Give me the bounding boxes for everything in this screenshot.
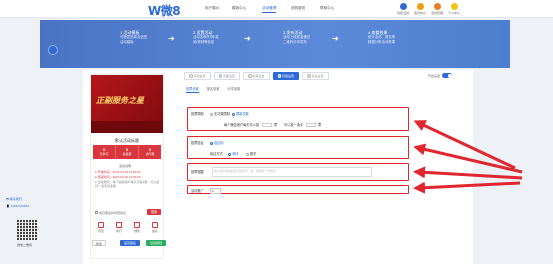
- steps-banner: [40, 20, 510, 68]
- radio-icon[interactable]: [246, 152, 249, 156]
- activity-title: 默认活动标题: [115, 138, 139, 143]
- slider-option[interactable]: 滑块: [228, 151, 238, 156]
- no-limit-option[interactable]: 无次数限制: [210, 111, 230, 116]
- manage-icon: [433, 3, 441, 10]
- captcha-option[interactable]: 验证码: [210, 140, 224, 145]
- reminder-textarea[interactable]: 输入投票成功后提示的文字，如：感谢您一票支持: [212, 167, 372, 177]
- enable-toggle[interactable]: [442, 73, 453, 78]
- home-tab[interactable]: 首页: [95, 222, 107, 233]
- subtab-signup[interactable]: 报名设置: [207, 86, 220, 93]
- subtab-vote[interactable]: 投票设置: [186, 86, 199, 93]
- bottom-search-button[interactable]: 搜索: [92, 240, 106, 246]
- step-3: 3.发布活动 活动上线或者通过 二维码分享发布: [283, 30, 311, 44]
- promotion-section: 活动推广 0: [187, 185, 409, 194]
- section-label: 活动说明: [119, 164, 132, 168]
- nav-item-activity-manage[interactable]: 活动管理: [262, 6, 277, 13]
- stat-visits: 0 访问量: [145, 147, 155, 156]
- contact-widget: ☎ 联系我们 📱 13697126660: [6, 197, 46, 208]
- enable-settings: 开启设置: [428, 73, 453, 78]
- checkbox-icon[interactable]: [95, 211, 98, 214]
- rules-tab[interactable]: 规则: [131, 222, 143, 233]
- radio-icon[interactable]: [232, 112, 235, 116]
- qr-caption: 微信二维码: [17, 243, 33, 247]
- site-logo[interactable]: W微8: [148, 2, 181, 19]
- rank-tab[interactable]: 排行: [113, 222, 125, 233]
- contact-label: ☎ 联系我们: [6, 197, 22, 201]
- promotion-stepper[interactable]: 0: [210, 187, 221, 194]
- step-tabs: 1 基础设置 2 页面设置 3 投票设置 4 高级设置 5 奖品设置: [184, 72, 329, 81]
- member-center-link[interactable]: 会员中心: [413, 3, 427, 15]
- search-button[interactable]: 搜索: [147, 209, 161, 215]
- vote-limit-label: 投票限制: [191, 112, 204, 116]
- personal-center-link[interactable]: 个人中心: [447, 3, 461, 15]
- step-4: 4.查看效果 统计活动、报名等 数据分析活动效果: [368, 30, 396, 44]
- subtab-share[interactable]: 分享设置: [228, 86, 241, 93]
- poster-title: 正副服务之星: [96, 95, 144, 105]
- number-option[interactable]: 数字: [246, 151, 256, 156]
- poster-stage: [91, 121, 163, 133]
- stat-votes: 0 总投票: [116, 145, 139, 159]
- verify-method-label: 验证方式: [210, 152, 223, 156]
- tab-prize-settings[interactable]: 5 奖品设置: [302, 72, 329, 80]
- step-arrow-icon: ➜: [244, 34, 251, 43]
- activity-manage-link[interactable]: 活动管理: [430, 3, 444, 15]
- rank-icon: [116, 222, 122, 228]
- radio-icon[interactable]: [210, 141, 213, 145]
- activity-rules: ● 活动规则：每个微信用户每天可投3票，可以给同一选手投多票: [95, 180, 160, 188]
- home-icon: [98, 222, 104, 228]
- create-icon: [399, 3, 407, 10]
- vote-limit-section: 投票限制 无次数限制 限制次数 每个微信用户每天可以投 票 可以投一选手 票: [187, 107, 409, 131]
- vote-verify-label: 投票验证: [191, 141, 204, 145]
- step-1: 1.活动模板 可随意选择合适的 活动模板: [120, 30, 148, 44]
- contact-phone: 📱 13697126660: [6, 204, 29, 208]
- limit-option[interactable]: 限制次数: [232, 111, 249, 116]
- vote-verify-section: 投票验证 验证码 验证方式 滑块 数字: [187, 136, 409, 159]
- votes-per-candidate-input[interactable]: [306, 123, 317, 128]
- rules-icon: [134, 222, 140, 228]
- tab-advanced-settings[interactable]: 4 高级设置: [272, 72, 300, 80]
- start-time: ● 开始时间：2023-02-19 12:00:00: [95, 170, 141, 174]
- banner-badge-icon: [48, 45, 58, 55]
- step-2: 2.设置活动 活动名称/时间/奖 品/规则等信息: [193, 30, 219, 44]
- tab-page-settings[interactable]: 2 页面设置: [213, 72, 241, 80]
- nav-item-help[interactable]: 帮助中心: [320, 6, 334, 11]
- stat-joined: 0 已参与: [93, 145, 116, 159]
- signup-tab[interactable]: 报名: [149, 222, 161, 233]
- vote-reminder-label: 投票提醒: [191, 170, 204, 174]
- agree-checkbox[interactable]: 我已阅读并同意协议: [95, 211, 126, 215]
- bottom-signup-button[interactable]: 首页报名: [120, 240, 140, 246]
- tab-vote-settings[interactable]: 3 投票设置: [243, 72, 270, 80]
- nav-item-templates[interactable]: 模版中心: [232, 6, 246, 11]
- user-icon: [450, 3, 458, 10]
- bottom-rules-button[interactable]: 活动规则: [146, 240, 166, 246]
- nav-item-cases[interactable]: 用户展示: [205, 6, 219, 11]
- vote-reminder-section: 投票提醒 输入投票成功后提示的文字，如：感谢您一票支持: [187, 163, 409, 181]
- sub-tabs: 投票设置 报名设置 分享设置: [186, 86, 240, 93]
- qr-code-image: [17, 220, 37, 240]
- mobile-preview: 正副服务之星 默认活动标题 0 已参与 0 总投票 0 访问量 活动说明 ● 开始时间…: [90, 74, 164, 259]
- signup-icon: [152, 222, 158, 228]
- top-navbar: W微8 用户展示 模版中心 活动管理 选购服务 帮助中心 创建活动 会员中心 活…: [0, 0, 553, 18]
- step-arrow-icon: ➜: [332, 34, 339, 43]
- tab-basic-settings[interactable]: 1 基础设置: [184, 72, 211, 80]
- poster-image: 正副服务之星: [91, 75, 163, 133]
- create-activity-link[interactable]: 创建活动: [396, 3, 410, 15]
- member-icon: [416, 3, 424, 10]
- radio-icon[interactable]: [228, 152, 231, 156]
- radio-icon[interactable]: [210, 112, 213, 116]
- stats-bar: 0 已参与 0 总投票 0 访问量: [93, 145, 161, 159]
- votes-per-day-input[interactable]: [261, 123, 272, 128]
- step-arrow-icon: ➜: [168, 34, 175, 43]
- end-time: ● 结束时间：2023-02-26 12:00:00: [95, 175, 141, 179]
- limit-row: 每个微信用户每天可以投 票 可以投一选手 票: [224, 123, 322, 128]
- nav-item-buy-service[interactable]: 选购服务: [291, 6, 305, 11]
- promotion-label: 活动推广: [191, 189, 204, 193]
